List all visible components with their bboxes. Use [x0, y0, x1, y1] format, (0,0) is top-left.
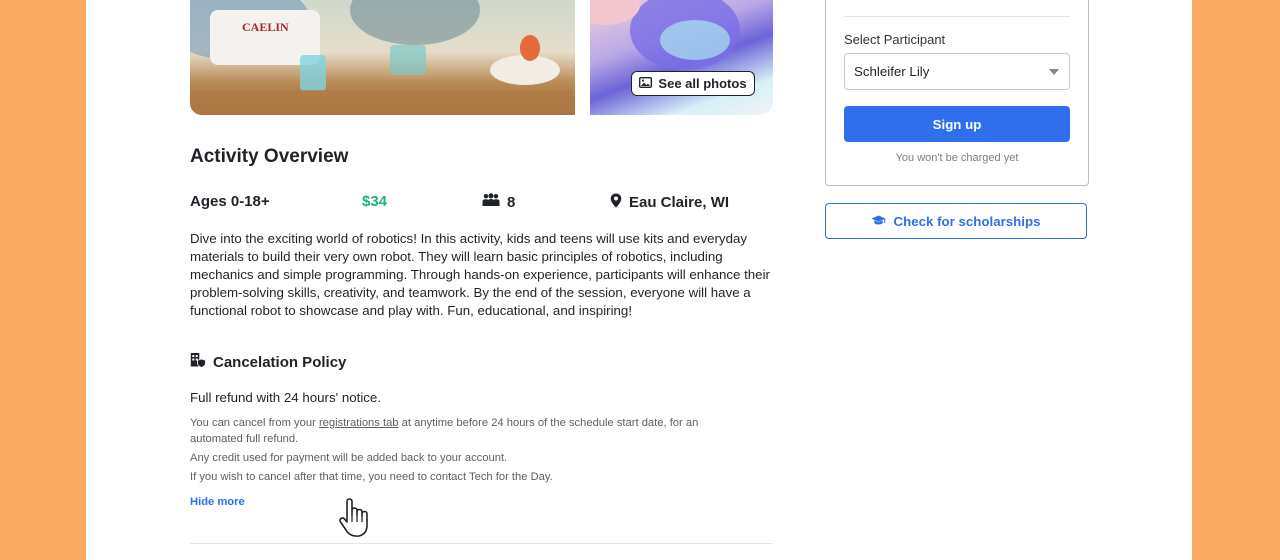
participants-fact: 8	[482, 193, 515, 211]
booking-card: Select Participant Schleifer Lily Sign u…	[825, 0, 1089, 186]
activity-photo-side[interactable]	[590, 0, 773, 115]
activity-photo-main[interactable]: CAELIN	[190, 0, 575, 115]
cancelation-policy-title: Cancelation Policy	[213, 353, 347, 371]
participant-select[interactable]: Schleifer Lily	[844, 53, 1070, 90]
see-all-photos-button[interactable]: See all photos	[631, 71, 755, 96]
apron-text: CAELIN	[242, 20, 289, 34]
photo-gallery: CAELIN See all photos	[190, 0, 773, 115]
policy-shield-icon	[190, 352, 206, 372]
location-value: Eau Claire, WI	[629, 194, 730, 211]
image-icon	[639, 76, 653, 91]
hide-more-link[interactable]: Hide more	[190, 496, 245, 508]
section-divider	[190, 543, 773, 544]
participants-value: 8	[507, 193, 516, 211]
activity-facts: Ages 0-18+ $34 8 Eau Claire, WI	[190, 193, 780, 213]
graduation-cap-icon	[871, 214, 886, 229]
participant-select-value: Schleifer Lily	[854, 64, 930, 79]
chevron-down-icon	[1049, 69, 1059, 75]
charge-note: You won't be charged yet	[895, 152, 1019, 164]
ages-value: Ages 0-18+	[190, 193, 270, 210]
price-fact: $34	[362, 193, 387, 210]
policy-line-3: If you wish to cancel after that time, y…	[190, 471, 553, 483]
activity-overview-title: Activity Overview	[190, 146, 349, 167]
check-scholarships-label: Check for scholarships	[893, 213, 1041, 229]
group-icon	[482, 193, 500, 211]
price-value: $34	[362, 193, 388, 210]
check-scholarships-button[interactable]: Check for scholarships	[825, 203, 1087, 239]
policy-line-2: Any credit used for payment will be adde…	[190, 452, 508, 464]
registrations-tab-link[interactable]: registrations tab	[319, 417, 399, 429]
activity-description: Dive into the exciting world of robotics…	[190, 231, 770, 318]
select-participant-label: Select Participant	[844, 32, 946, 47]
see-all-photos-label: See all photos	[658, 76, 747, 91]
location-pin-icon	[610, 193, 622, 212]
ages-fact: Ages 0-18+	[190, 193, 270, 210]
hand-pointer-icon	[337, 498, 377, 540]
policy-line-1: You can cancel from your registrations t…	[190, 415, 750, 447]
location-fact: Eau Claire, WI	[610, 193, 729, 212]
cancelation-policy-heading: Cancelation Policy	[190, 352, 346, 372]
refund-summary: Full refund with 24 hours' notice.	[190, 390, 382, 405]
card-divider	[844, 16, 1070, 17]
activity-page: CAELIN See all photos Activity Overview …	[86, 0, 1192, 560]
sign-up-button[interactable]: Sign up	[844, 106, 1070, 142]
policy-line-1-prefix: You can cancel from your	[190, 417, 319, 429]
